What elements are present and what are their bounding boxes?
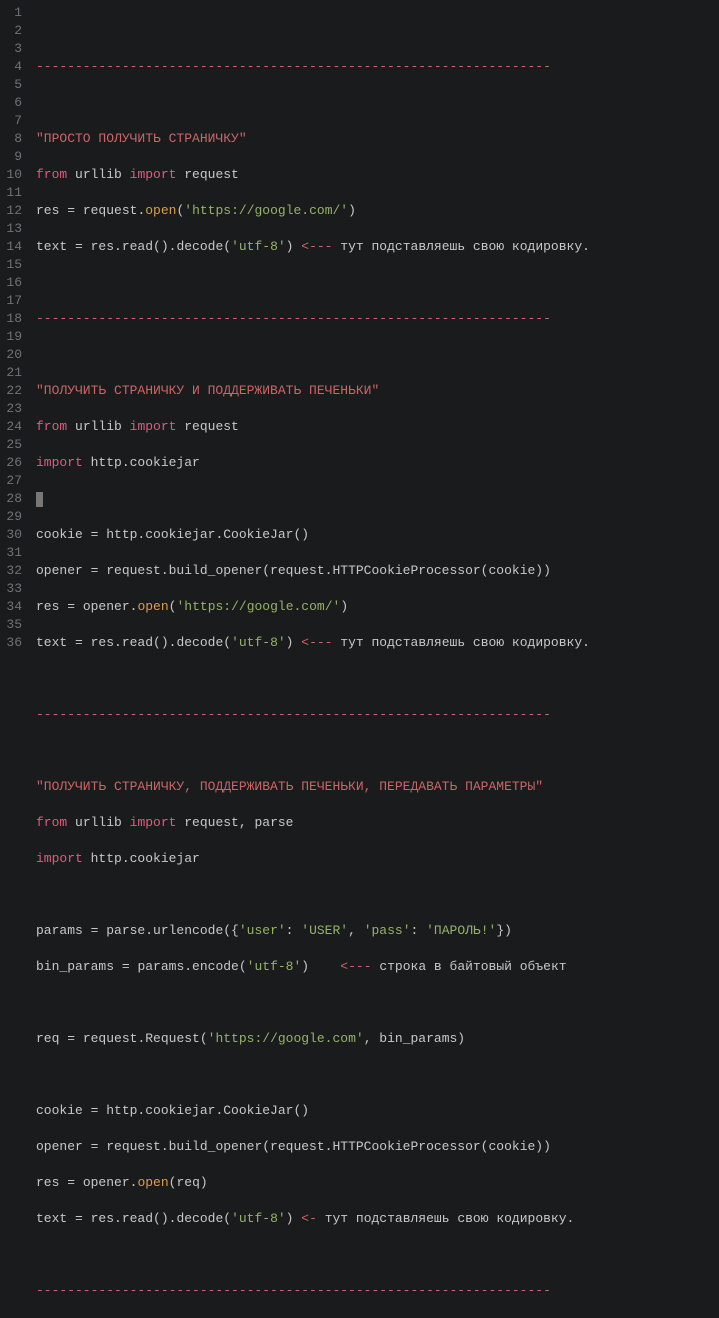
- line-number: 22: [4, 382, 22, 400]
- line-number: 26: [4, 454, 22, 472]
- code-line[interactable]: import http.cookiejar: [36, 454, 719, 472]
- line-number: 32: [4, 562, 22, 580]
- line-number: 9: [4, 148, 22, 166]
- code-line[interactable]: text = res.read().decode('utf-8') <--- т…: [36, 238, 719, 256]
- code-line[interactable]: "ПОЛУЧИТЬ СТРАНИЧКУ, ПОДДЕРЖИВАТЬ ПЕЧЕНЬ…: [36, 778, 719, 796]
- code-editor-area[interactable]: ----------------------------------------…: [30, 0, 719, 662]
- code-line[interactable]: [36, 1066, 719, 1084]
- line-number: 18: [4, 310, 22, 328]
- line-number: 35: [4, 616, 22, 634]
- code-line[interactable]: req = request.Request('https://google.co…: [36, 1030, 719, 1048]
- line-number: 28: [4, 490, 22, 508]
- line-number: 25: [4, 436, 22, 454]
- line-number: 2: [4, 22, 22, 40]
- code-line[interactable]: params = parse.urlencode({'user': 'USER'…: [36, 922, 719, 940]
- line-number: 12: [4, 202, 22, 220]
- code-line[interactable]: [36, 22, 719, 40]
- code-line[interactable]: from urllib import request: [36, 166, 719, 184]
- line-number: 3: [4, 40, 22, 58]
- code-line[interactable]: "ПРОСТО ПОЛУЧИТЬ СТРАНИЧКУ": [36, 130, 719, 148]
- line-number: 16: [4, 274, 22, 292]
- line-number: 34: [4, 598, 22, 616]
- code-line[interactable]: from urllib import request: [36, 418, 719, 436]
- code-line[interactable]: [36, 994, 719, 1012]
- code-line[interactable]: ----------------------------------------…: [36, 310, 719, 328]
- line-number-gutter: 1 2 3 4 5 6 7 8 9 10 11 12 13 14 15 16 1…: [0, 0, 30, 662]
- code-line[interactable]: [36, 94, 719, 112]
- code-line[interactable]: text = res.read().decode('utf-8') <- тут…: [36, 1210, 719, 1228]
- line-number: 1: [4, 4, 22, 22]
- code-line[interactable]: cookie = http.cookiejar.CookieJar(): [36, 526, 719, 544]
- line-number: 6: [4, 94, 22, 112]
- code-line[interactable]: [36, 274, 719, 292]
- code-line[interactable]: opener = request.build_opener(request.HT…: [36, 562, 719, 580]
- line-number: 8: [4, 130, 22, 148]
- code-line[interactable]: [36, 886, 719, 904]
- line-number: 30: [4, 526, 22, 544]
- line-number: 24: [4, 418, 22, 436]
- code-line[interactable]: ----------------------------------------…: [36, 706, 719, 724]
- line-number: 19: [4, 328, 22, 346]
- code-line[interactable]: [36, 1246, 719, 1264]
- line-number: 10: [4, 166, 22, 184]
- line-number: 29: [4, 508, 22, 526]
- line-number: 17: [4, 292, 22, 310]
- line-number: 4: [4, 58, 22, 76]
- line-number: 31: [4, 544, 22, 562]
- code-line[interactable]: "ПОЛУЧИТЬ СТРАНИЧКУ И ПОДДЕРЖИВАТЬ ПЕЧЕН…: [36, 382, 719, 400]
- line-number: 23: [4, 400, 22, 418]
- code-line[interactable]: import http.cookiejar: [36, 850, 719, 868]
- code-line[interactable]: opener = request.build_opener(request.HT…: [36, 1138, 719, 1156]
- line-number: 21: [4, 364, 22, 382]
- code-line[interactable]: ----------------------------------------…: [36, 58, 719, 76]
- text-cursor: [36, 492, 43, 507]
- line-number: 15: [4, 256, 22, 274]
- code-line[interactable]: from urllib import request, parse: [36, 814, 719, 832]
- code-line[interactable]: cookie = http.cookiejar.CookieJar(): [36, 1102, 719, 1120]
- line-number: 13: [4, 220, 22, 238]
- line-number: 11: [4, 184, 22, 202]
- line-number: 14: [4, 238, 22, 256]
- code-line[interactable]: [36, 670, 719, 688]
- line-number: 20: [4, 346, 22, 364]
- code-line[interactable]: bin_params = params.encode('utf-8') <---…: [36, 958, 719, 976]
- code-line[interactable]: [36, 742, 719, 760]
- line-number: 7: [4, 112, 22, 130]
- line-number: 27: [4, 472, 22, 490]
- line-number: 33: [4, 580, 22, 598]
- code-line[interactable]: res = request.open('https://google.com/'…: [36, 202, 719, 220]
- line-number: 36: [4, 634, 22, 652]
- code-line[interactable]: [36, 490, 719, 508]
- code-line[interactable]: text = res.read().decode('utf-8') <--- т…: [36, 634, 719, 652]
- code-line[interactable]: res = opener.open('https://google.com/'): [36, 598, 719, 616]
- code-line[interactable]: [36, 346, 719, 364]
- code-line[interactable]: res = opener.open(req): [36, 1174, 719, 1192]
- line-number: 5: [4, 76, 22, 94]
- code-line[interactable]: ----------------------------------------…: [36, 1282, 719, 1300]
